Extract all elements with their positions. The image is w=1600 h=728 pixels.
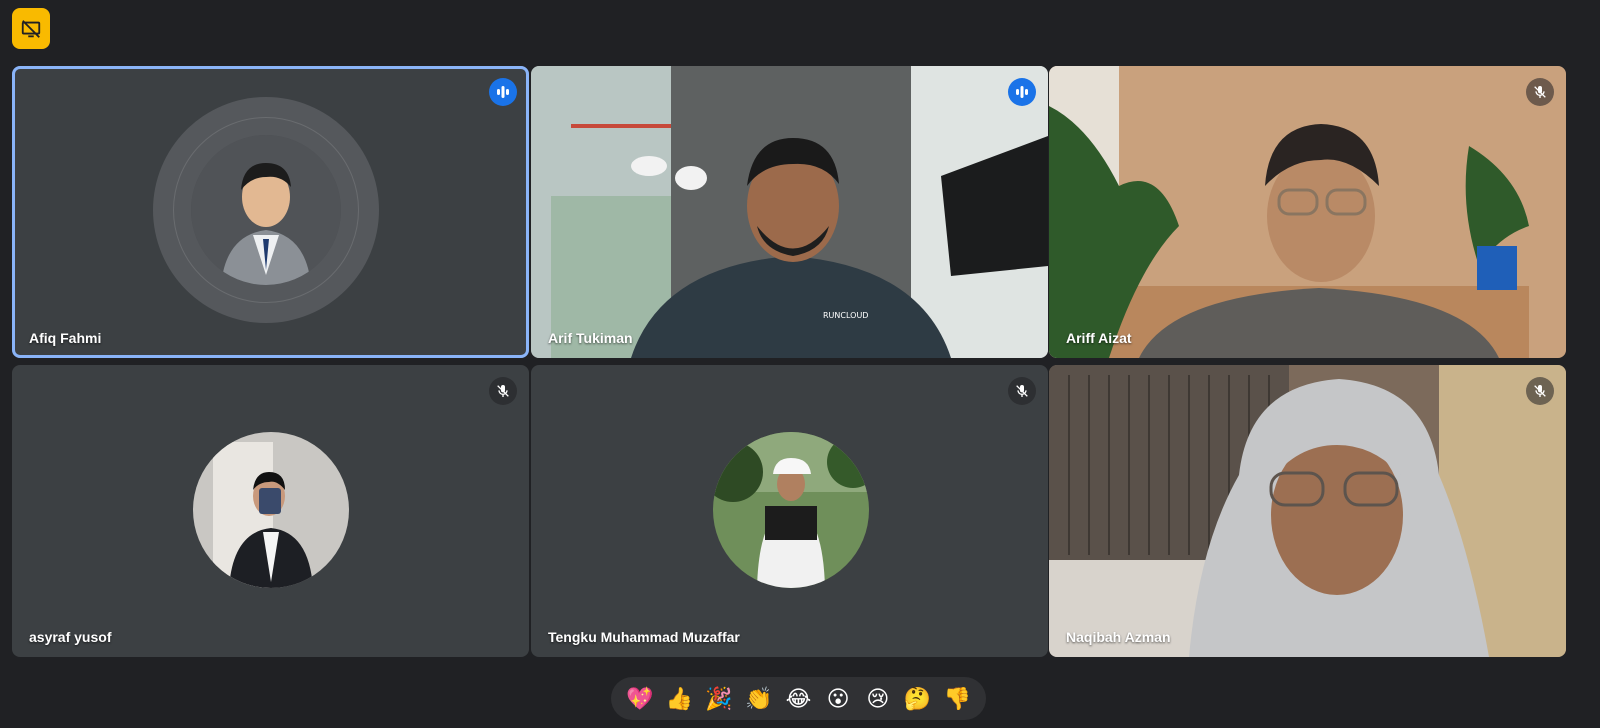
participant-name: Naqibah Azman [1066, 629, 1171, 645]
participant-tile-6[interactable]: Naqibah Azman [1049, 365, 1566, 657]
participant-name: Arif Tukiman [548, 330, 633, 346]
avatar [191, 135, 341, 285]
reaction-bar: 💖 👍 🎉 👏 😂 😮 😢 🤔 👎 [611, 677, 986, 720]
muted-indicator [1526, 377, 1554, 405]
speaking-indicator [1008, 78, 1036, 106]
crying-face-icon[interactable]: 😢 [861, 682, 895, 716]
avatar [713, 432, 869, 588]
muted-indicator [489, 377, 517, 405]
avatar-ring [153, 97, 379, 323]
thumbs-up-icon[interactable]: 👍 [662, 682, 696, 716]
tears-of-joy-icon[interactable]: 😂 [781, 682, 815, 716]
thinking-face-icon[interactable]: 🤔 [901, 682, 935, 716]
clapping-hands-icon[interactable]: 👏 [742, 682, 776, 716]
participant-tile-4[interactable]: asyraf yusof [12, 365, 529, 657]
open-mouth-icon[interactable]: 😮 [821, 682, 855, 716]
participant-tile-2[interactable]: RUNCLOUD Arif Tukiman [531, 66, 1048, 358]
audio-level-icon [1016, 86, 1028, 98]
participant-name: Ariff Aizat [1066, 330, 1132, 346]
presentation-off-icon [21, 19, 41, 38]
avatar [193, 432, 349, 588]
presentation-off-badge[interactable] [12, 8, 50, 49]
muted-indicator [1008, 377, 1036, 405]
participant-tile-5[interactable]: Tengku Muhammad Muzaffar [531, 365, 1048, 657]
audio-level-icon [497, 86, 509, 98]
video-feed [1049, 365, 1566, 657]
video-feed: RUNCLOUD [531, 66, 1048, 358]
participant-name: Afiq Fahmi [29, 330, 102, 346]
shirt-logo: RUNCLOUD [823, 311, 868, 320]
participant-tile-1[interactable]: Afiq Fahmi [12, 66, 529, 358]
video-feed [1049, 66, 1566, 358]
participant-name: Tengku Muhammad Muzaffar [548, 629, 740, 645]
speaking-indicator [489, 78, 517, 106]
mic-off-icon [497, 385, 509, 397]
thumbs-down-icon[interactable]: 👎 [940, 682, 974, 716]
mic-off-icon [1534, 86, 1546, 98]
muted-indicator [1526, 78, 1554, 106]
party-popper-icon[interactable]: 🎉 [702, 682, 736, 716]
mic-off-icon [1534, 385, 1546, 397]
meeting-stage: Afiq Fahmi RUNCLOUD Arif Tukiman Ariff A… [0, 0, 1600, 728]
sparkling-heart-icon[interactable]: 💖 [623, 682, 657, 716]
participant-name: asyraf yusof [29, 629, 112, 645]
mic-off-icon [1016, 385, 1028, 397]
participant-tile-3[interactable]: Ariff Aizat [1049, 66, 1566, 358]
